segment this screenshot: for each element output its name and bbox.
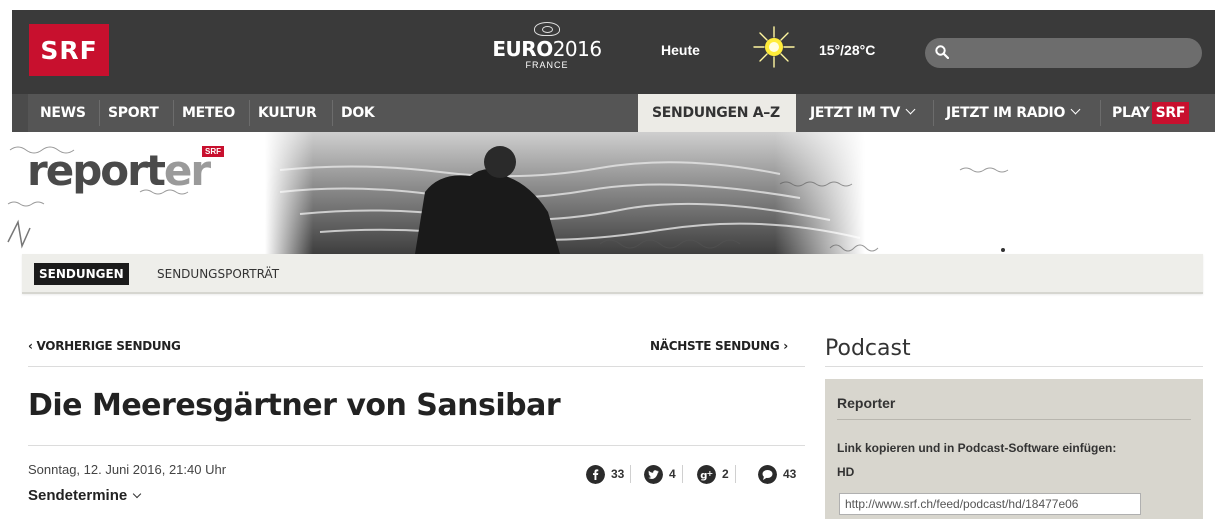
nav-item-jetzt-im-tv[interactable]: JETZT IM TV [810, 94, 916, 132]
share-facebook[interactable]: 33 [586, 464, 632, 484]
show-banner: reporter SRF [0, 132, 1215, 254]
nav-divider [1100, 100, 1101, 126]
social-divider [630, 465, 632, 483]
google-plus-count: 2 [722, 467, 729, 481]
twitter-icon [644, 464, 663, 484]
reporter-srf-badge: SRF [202, 146, 224, 157]
divider [825, 366, 1203, 367]
sun-icon[interactable] [752, 25, 796, 69]
share-google-plus[interactable]: g + 2 [697, 464, 736, 484]
podcast-box: Reporter Link kopieren und in Podcast-So… [825, 379, 1203, 519]
reporter-show-logo[interactable]: reporter [27, 146, 211, 195]
broadcast-date: Sonntag, 12. Juni 2016, 21:40 Uhr [28, 462, 227, 477]
comments-count: 43 [783, 467, 797, 481]
euro-title: EURO2016 [492, 37, 602, 61]
show-subnav: SENDUNGEN SENDUNGSPORTRÄT [22, 254, 1203, 294]
facebook-count: 33 [611, 467, 625, 481]
episode-title: Die Meeresgärtner von Sansibar [28, 388, 561, 423]
divider [28, 445, 805, 446]
euro-ball-icon [534, 22, 560, 36]
nav-divider [173, 100, 174, 126]
sendetermine-toggle[interactable]: Sendetermine [28, 487, 142, 504]
weather-temperature[interactable]: 15°/28°C [819, 42, 875, 58]
facebook-icon [586, 464, 605, 484]
nav-divider [933, 100, 934, 126]
euro-country: FRANCE [525, 60, 569, 70]
next-episode-link[interactable]: NÄCHSTE SENDUNG › [650, 339, 788, 353]
nav-item-dok[interactable]: DOK [341, 94, 375, 132]
nav-radio-label: JETZT IM RADIO [946, 105, 1066, 121]
top-bar: SRF EURO2016 FRANCE Heute 15°/28°C [12, 10, 1215, 94]
social-divider [681, 465, 683, 483]
nav-tv-label: JETZT IM TV [810, 105, 900, 121]
comments-link[interactable]: 43 [758, 464, 796, 484]
nav-item-kultur[interactable]: KULTUR [258, 94, 317, 132]
chevron-down-icon [905, 104, 916, 115]
svg-text:+: + [707, 469, 714, 478]
sendetermine-label: Sendetermine [28, 487, 128, 504]
share-twitter[interactable]: 4 [644, 464, 683, 484]
previous-episode-link[interactable]: ‹ VORHERIGE SENDUNG [28, 339, 181, 353]
nav-item-sendungen-a-z[interactable]: SENDUNGEN A–Z [638, 94, 796, 132]
weather-day[interactable]: Heute [661, 42, 700, 58]
nav-item-jetzt-im-radio[interactable]: JETZT IM RADIO [946, 94, 1081, 132]
comments-icon [758, 464, 777, 484]
nav-edge [12, 94, 28, 132]
nav-divider [332, 100, 333, 126]
nav-item-news[interactable]: NEWS [40, 94, 86, 132]
podcast-box-title: Reporter [837, 395, 896, 411]
srf-logo[interactable]: SRF [29, 24, 109, 76]
podcast-heading: Podcast [825, 336, 911, 361]
divider [28, 366, 805, 367]
main-nav: NEWS SPORT METEO KULTUR DOK SENDUNGEN A–… [12, 94, 1215, 132]
subnav-item-sendungen[interactable]: SENDUNGEN [34, 263, 129, 285]
twitter-count: 4 [669, 467, 676, 481]
podcast-quality-label: HD [837, 465, 855, 479]
search-box[interactable] [925, 38, 1202, 68]
nav-active-label: SENDUNGEN A–Z [652, 105, 780, 121]
subnav-item-sendungsportraet[interactable]: SENDUNGSPORTRÄT [157, 263, 279, 285]
play-label: PLAY [1112, 105, 1150, 121]
euro2016-logo[interactable]: EURO2016 FRANCE [488, 22, 606, 82]
podcast-url-field[interactable] [839, 493, 1141, 515]
nav-divider [99, 100, 100, 126]
nav-item-sport[interactable]: SPORT [108, 94, 159, 132]
podcast-instructions: Link kopieren und in Podcast-Software ei… [837, 441, 1117, 455]
search-icon[interactable] [935, 45, 949, 59]
google-plus-icon: g + [697, 464, 716, 484]
play-srf-badge: SRF [1151, 102, 1190, 124]
chevron-down-icon [1070, 104, 1081, 115]
chevron-down-icon [132, 489, 142, 499]
social-divider [734, 465, 736, 483]
divider [837, 419, 1191, 420]
nav-item-play-srf[interactable]: PLAY SRF [1112, 94, 1190, 132]
nav-item-meteo[interactable]: METEO [182, 94, 235, 132]
nav-divider [249, 100, 250, 126]
search-input[interactable] [959, 43, 1189, 63]
